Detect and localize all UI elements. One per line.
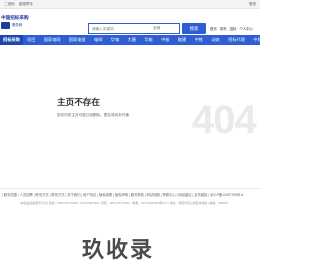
error-title: 主页不存在 — [57, 97, 100, 107]
header-link-home[interactable]: 首页 — [210, 26, 217, 31]
nav-item[interactable]: 中标 — [249, 35, 266, 45]
logo-subtext: 服务网 — [12, 23, 23, 27]
site-logo[interactable]: 中国招标采购 服务网 — [0, 14, 29, 31]
nav-item[interactable]: 大唐 — [123, 35, 140, 45]
nav-item-home[interactable]: 招标采购 — [0, 35, 23, 45]
footer-links[interactable]: | 服务范围 | 人员招聘 | 联系方式 | 联系方式 | 关于我们 | 用户协… — [2, 192, 260, 197]
nav-item[interactable]: 招标代理 — [224, 35, 249, 45]
qrcode-link[interactable]: 二维码 — [4, 0, 15, 8]
search-input[interactable] — [92, 24, 152, 33]
main-nav: 招标采购 项目 国家电网 国家电投 电网 华电 大唐 华能 中核 能建 中铁 动… — [0, 35, 262, 45]
nav-item[interactable]: 中核 — [157, 35, 174, 45]
search-scope-select[interactable]: 全网 — [153, 24, 160, 33]
nav-item[interactable]: 国家电投 — [65, 35, 90, 45]
login-link[interactable]: 登录 — [249, 2, 256, 6]
search-button[interactable]: 搜索 — [182, 23, 206, 34]
header-link-account[interactable]: 个人中心 — [239, 26, 253, 31]
footer-info: (本站是招采服务平台) 热线：0851-87719255 | 010-53387… — [20, 201, 228, 205]
logo-mark-icon — [1, 22, 10, 29]
error-code-graphic: 404 — [192, 98, 257, 142]
nav-item[interactable]: 华电 — [107, 35, 124, 45]
nav-item[interactable]: 中铁 — [190, 35, 207, 45]
header: 中国招标采购 服务网 全网 搜索 首页 发布 招标 个人中心 — [0, 9, 260, 35]
nav-item[interactable]: 项目 — [23, 35, 40, 45]
nav-item[interactable]: 动态 — [207, 35, 224, 45]
logo-text: 中国招标采购 — [1, 15, 29, 20]
search-box: 全网 — [88, 23, 180, 34]
service-link[interactable]: 客服帮手 — [19, 0, 33, 8]
header-link-publish[interactable]: 发布 — [220, 26, 227, 31]
top-bar-left: 二维码 客服帮手 — [4, 0, 33, 8]
header-links: 首页 发布 招标 个人中心 — [210, 26, 253, 31]
header-link-tender[interactable]: 招标 — [230, 26, 237, 31]
nav-item[interactable]: 华能 — [140, 35, 157, 45]
footer-divider — [0, 188, 260, 189]
watermark: 玖收录 — [82, 238, 155, 263]
top-bar: 二维码 客服帮手 登录 — [0, 0, 260, 9]
error-description: 您访问的主页可能已经删除、更名或尚未开通 — [57, 113, 129, 117]
nav-item[interactable]: 电网 — [90, 35, 107, 45]
nav-item[interactable]: 国家电网 — [40, 35, 65, 45]
nav-item[interactable]: 能建 — [174, 35, 191, 45]
